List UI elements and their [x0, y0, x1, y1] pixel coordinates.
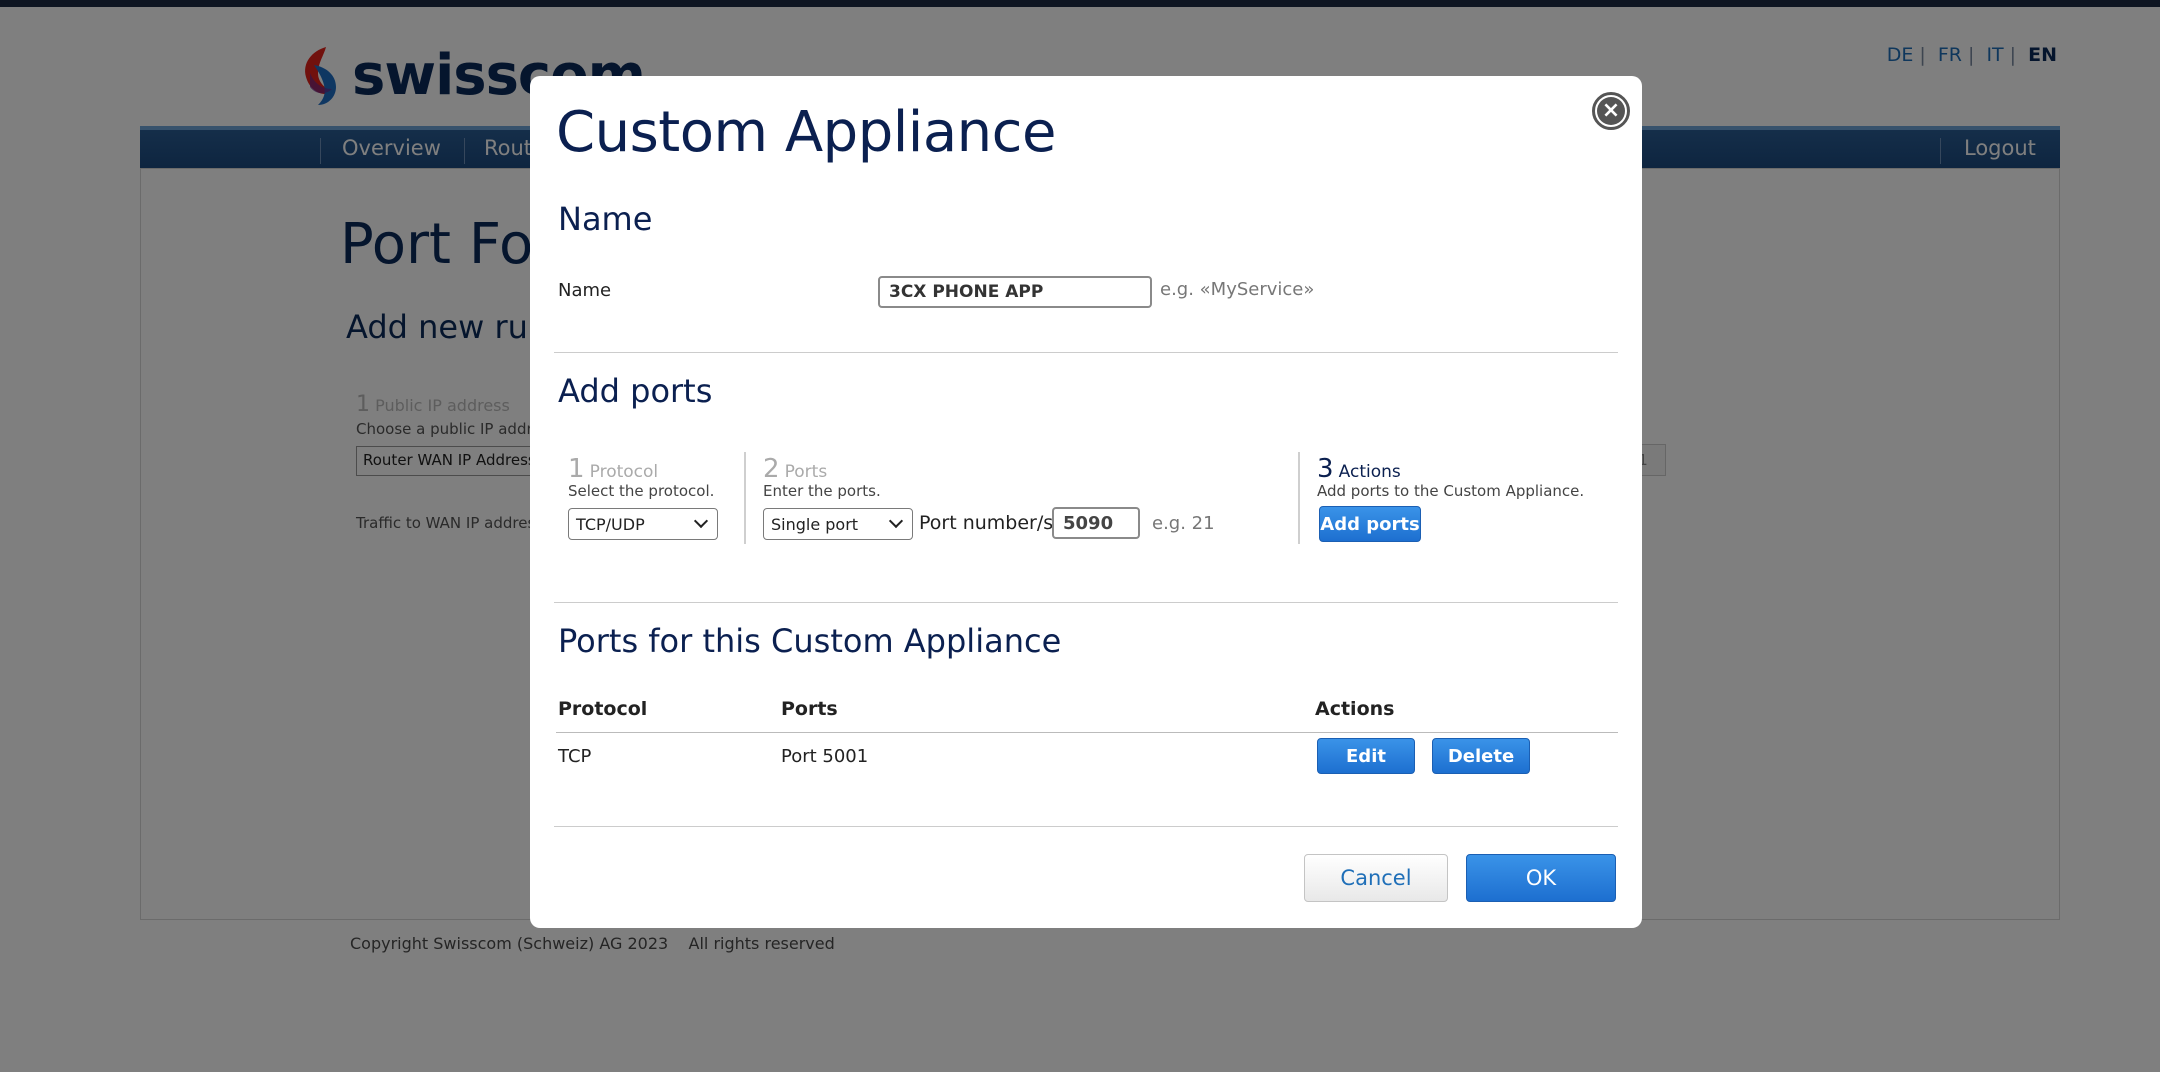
- row-protocol: TCP: [558, 746, 592, 767]
- port-hint: e.g. 21: [1152, 513, 1215, 534]
- name-label: Name: [558, 280, 612, 301]
- port-type-select[interactable]: Single port: [763, 508, 913, 540]
- add-ports-button[interactable]: Add ports: [1319, 506, 1421, 542]
- divider: [554, 826, 1618, 827]
- port-number-input[interactable]: [1052, 507, 1140, 539]
- column-ports: Ports: [781, 698, 838, 720]
- ok-button[interactable]: OK: [1466, 854, 1616, 902]
- chevron-down-icon: [693, 513, 709, 529]
- port-number-label: Port number/s: [919, 512, 1054, 534]
- name-hint: e.g. «MyService»: [1160, 279, 1315, 300]
- name-heading: Name: [558, 200, 653, 238]
- name-input[interactable]: [878, 276, 1152, 308]
- chevron-down-icon: [888, 513, 904, 529]
- close-icon: ×: [1597, 97, 1625, 125]
- step-separator: [744, 452, 746, 544]
- step-protocol-desc: Select the protocol.: [568, 482, 715, 500]
- step-actions-desc: Add ports to the Custom Appliance.: [1317, 482, 1585, 500]
- edit-button[interactable]: Edit: [1317, 738, 1415, 774]
- step-ports: 2 Ports: [763, 454, 828, 484]
- dialog-title: Custom Appliance: [556, 100, 1056, 165]
- row-ports: Port 5001: [781, 746, 869, 767]
- cancel-button[interactable]: Cancel: [1304, 854, 1448, 902]
- ports-table-heading: Ports for this Custom Appliance: [558, 622, 1062, 660]
- delete-button[interactable]: Delete: [1432, 738, 1530, 774]
- close-button[interactable]: ×: [1592, 92, 1630, 130]
- divider: [554, 602, 1618, 603]
- step-protocol: 1 Protocol: [568, 454, 659, 484]
- custom-appliance-dialog: × Custom Appliance Name Name e.g. «MySer…: [530, 76, 1642, 928]
- step-separator: [1298, 452, 1300, 544]
- step-actions: 3 Actions: [1317, 454, 1401, 484]
- divider: [554, 352, 1618, 353]
- add-ports-heading: Add ports: [558, 372, 713, 410]
- column-actions: Actions: [1315, 698, 1395, 720]
- protocol-select[interactable]: TCP/UDP: [568, 508, 718, 540]
- step-ports-desc: Enter the ports.: [763, 482, 881, 500]
- table-header-line: [556, 732, 1618, 733]
- column-protocol: Protocol: [558, 698, 648, 720]
